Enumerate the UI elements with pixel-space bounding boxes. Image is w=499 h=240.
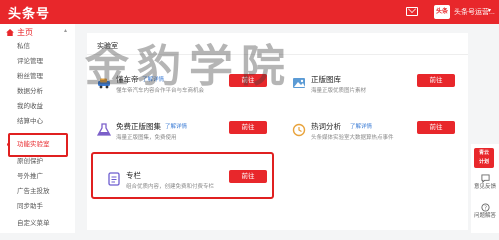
sidebar-item-promotion[interactable]: 号外推广	[0, 169, 75, 184]
sidebar-home[interactable]: 主页 ▴	[6, 27, 67, 38]
chevron-up-icon[interactable]: ▴	[64, 27, 67, 34]
card-desc: 海量正版优质图片素材	[311, 88, 367, 94]
faq-label: 问题解答	[474, 213, 497, 219]
sidebar-item-analytics[interactable]: 数据分析	[0, 84, 75, 99]
card-desc: 海量正版图集，免费使用	[116, 135, 177, 141]
learn-more-link[interactable]: 了解详情	[350, 122, 372, 130]
plan-badge-line1: 青云	[478, 150, 489, 156]
mail-icon[interactable]	[406, 7, 418, 16]
home-icon	[6, 29, 14, 36]
sidebar-item-label: 粉丝管理	[17, 73, 43, 80]
sidebar-item-label: 广告主投放	[17, 188, 50, 195]
go-button-gallery[interactable]: 前往	[417, 74, 455, 87]
learn-more-link[interactable]: 了解详情	[165, 122, 187, 130]
svg-text:?: ?	[484, 206, 487, 212]
card-title: 正版图库	[311, 75, 341, 84]
sidebar-item-label: 自定义菜单	[17, 220, 50, 227]
sidebar-item-settlement[interactable]: 结算中心	[0, 114, 75, 129]
highlight-box-column	[91, 152, 274, 199]
sidebar-item-label: 私信	[17, 43, 30, 50]
image-icon	[293, 78, 305, 88]
app-logo[interactable]: 头条号	[8, 3, 50, 22]
sidebar-item-label: 数据分析	[17, 88, 43, 95]
card-title: 热词分析	[311, 122, 341, 131]
flask-icon	[97, 123, 111, 136]
sidebar-item-custom-menu[interactable]: 自定义菜单	[0, 216, 75, 231]
plan-badge-line2: 计划	[478, 159, 489, 165]
card-title: 免费正版图集	[116, 122, 161, 131]
clock-icon	[292, 123, 306, 137]
sidebar-item-label: 评论管理	[17, 58, 43, 65]
sidebar: 主页 ▴ 私信 评论管理 粉丝管理 数据分析 我的收益 结算中心 功能实验室 原…	[0, 24, 75, 233]
go-button-free-images[interactable]: 前往	[229, 121, 267, 134]
avatar[interactable]: 头条	[434, 5, 450, 19]
sidebar-item-ads[interactable]: 广告主投放	[0, 184, 75, 199]
sidebar-item-label: 同步助手	[17, 203, 43, 210]
sidebar-item-comments[interactable]: 评论管理	[0, 54, 75, 69]
feedback-icon	[480, 174, 490, 183]
card-desc: 头条媒体实验室大数据算热点事件	[311, 135, 394, 141]
sidebar-home-label: 主页	[17, 28, 33, 37]
sidebar-item-label: 我的收益	[17, 103, 43, 110]
go-button-hot-words[interactable]: 前往	[417, 121, 455, 134]
sidebar-item-label: 原创保护	[17, 158, 43, 165]
question-icon: ?	[480, 203, 490, 212]
top-bar: 头条号 头条 头条号运营... ▾	[0, 0, 499, 24]
feedback-label: 意见反馈	[474, 184, 497, 190]
feedback-button[interactable]: 意见反馈	[474, 174, 496, 191]
sidebar-item-messages[interactable]: 私信	[0, 39, 75, 54]
highlight-box-sidebar	[8, 133, 68, 157]
sidebar-item-label: 结算中心	[17, 118, 43, 125]
faq-button[interactable]: ? 问题解答	[474, 203, 496, 220]
sidebar-item-earnings[interactable]: 我的收益	[0, 99, 75, 114]
plan-badge[interactable]: 青云 计划	[474, 148, 494, 168]
chevron-down-icon[interactable]: ▾	[488, 7, 491, 14]
sidebar-item-sync[interactable]: 同步助手	[0, 199, 75, 214]
sidebar-item-label: 号外推广	[17, 173, 43, 180]
sidebar-item-fans[interactable]: 粉丝管理	[0, 69, 75, 84]
watermark: 金豹学院	[85, 41, 293, 92]
